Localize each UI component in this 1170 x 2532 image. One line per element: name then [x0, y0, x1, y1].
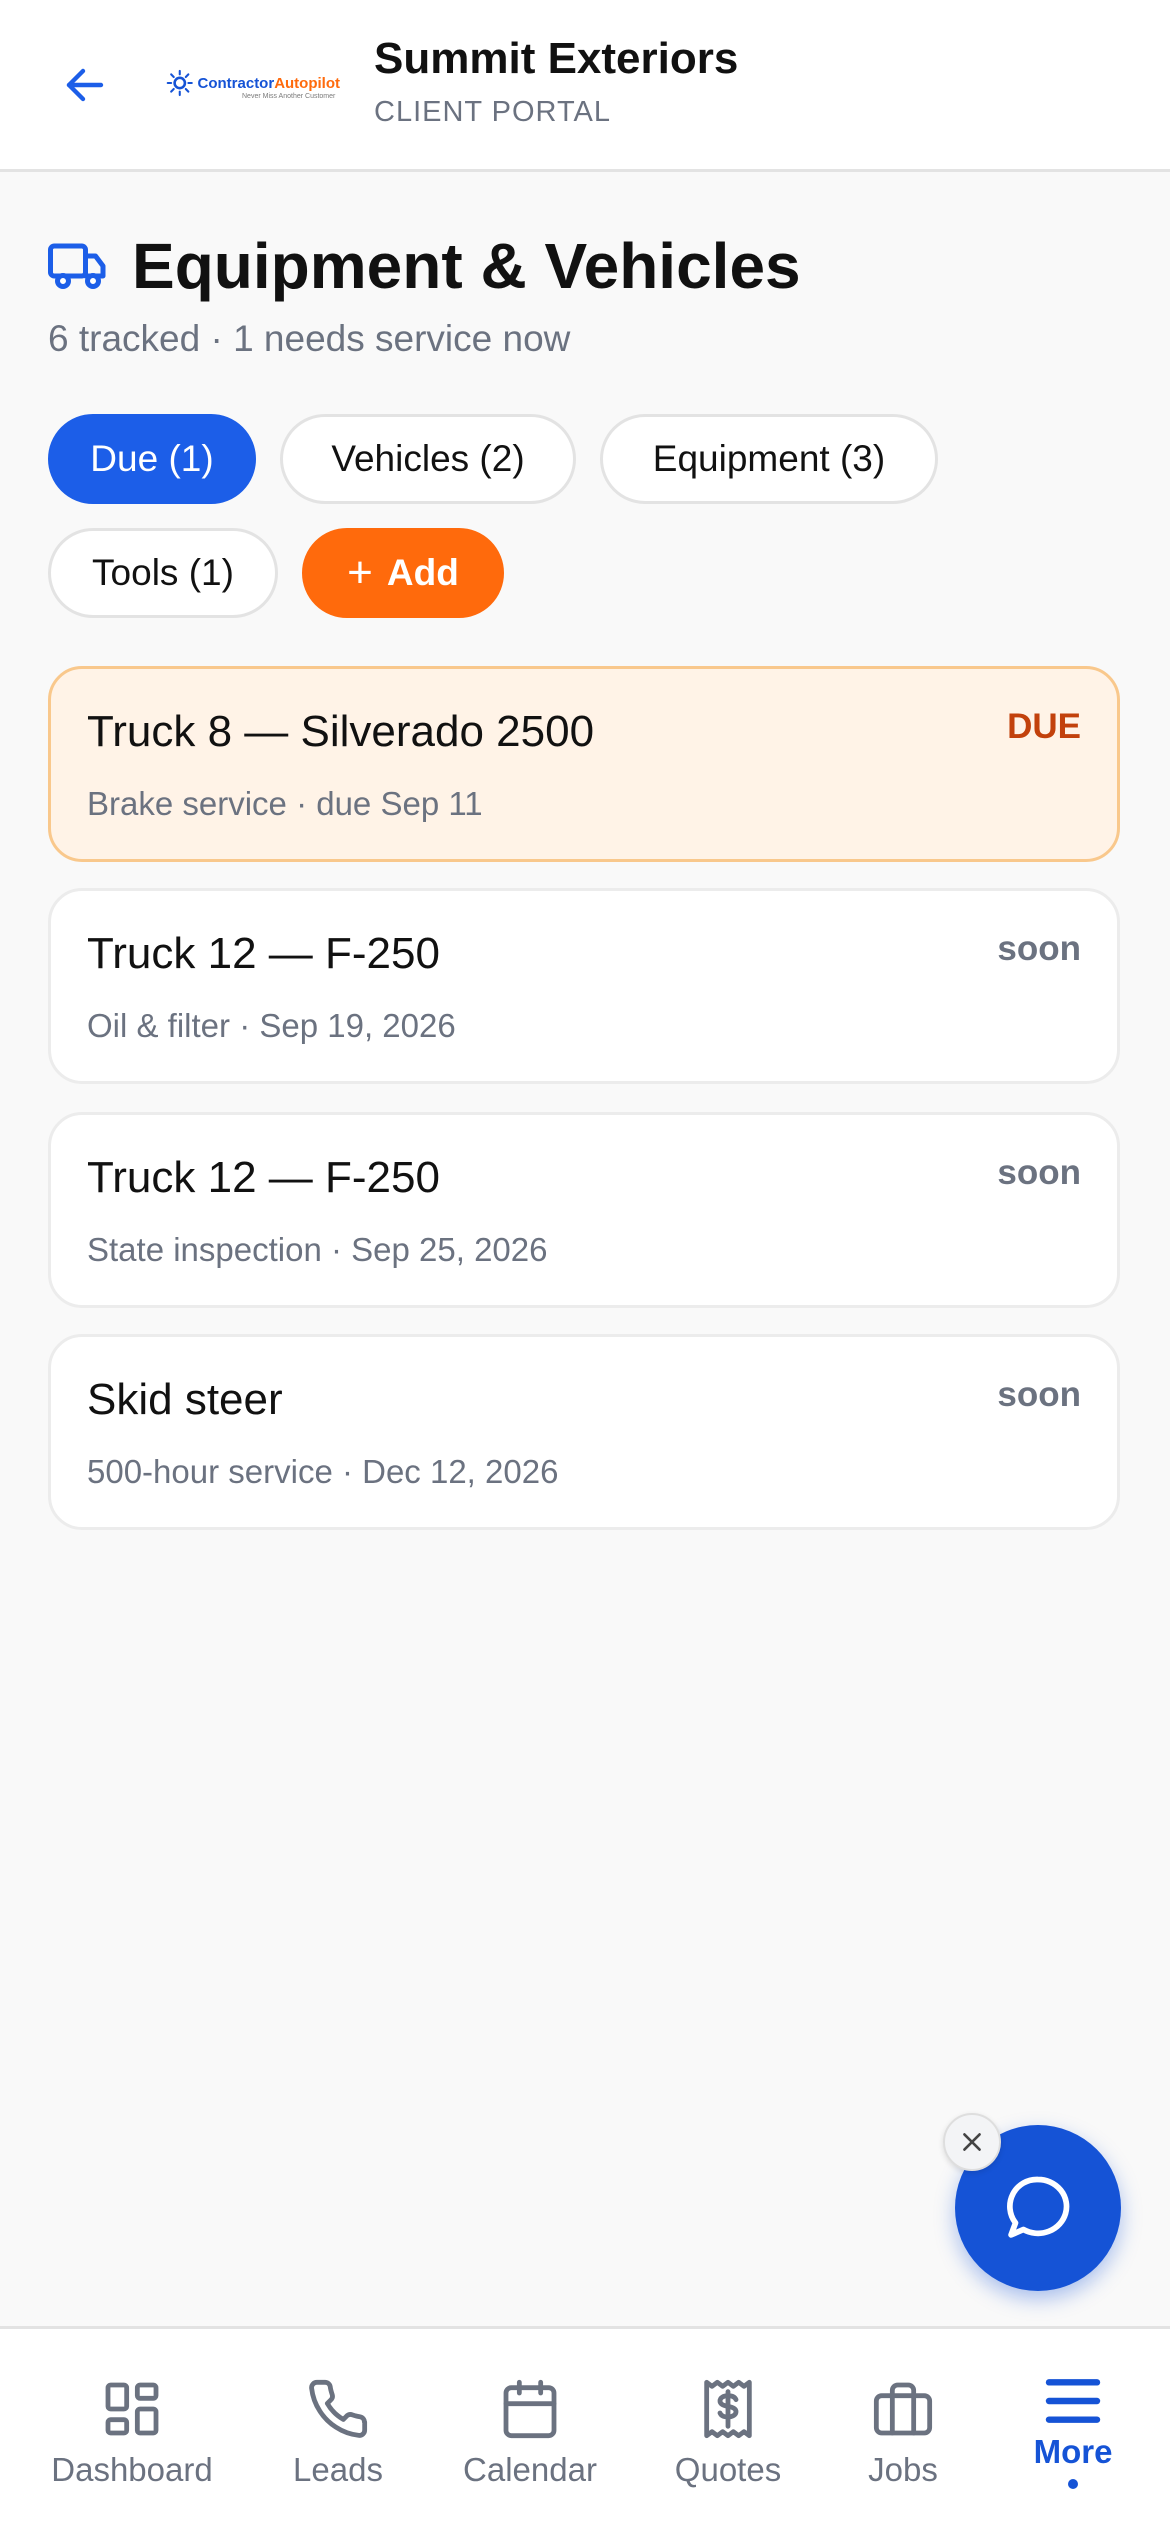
- sun-gear-icon: [166, 69, 193, 97]
- nav-label: Jobs: [868, 2451, 938, 2488]
- service-card-skid-steer[interactable]: Skid steer 500-hour service · Dec 12, 20…: [48, 1334, 1120, 1530]
- nav-label: Quotes: [674, 2451, 782, 2488]
- back-button[interactable]: [50, 50, 120, 120]
- card-detail: Brake service · due Sep 11: [87, 785, 483, 822]
- nav-label: Leads: [293, 2451, 383, 2488]
- card-title: Truck 8 — Silverado 2500: [87, 707, 595, 756]
- arrow-left-icon: [66, 68, 104, 102]
- nav-item-more[interactable]: More: [978, 2329, 1168, 2532]
- logo-wordmark: ContractorAutopilot: [198, 76, 340, 91]
- status-badge: soon: [997, 1375, 1081, 1414]
- plus-icon: +: [347, 548, 373, 597]
- logo-accent-text: Autopilot: [274, 74, 340, 92]
- nav-item-dashboard[interactable]: Dashboard: [37, 2329, 227, 2532]
- card-detail: State inspection · Sep 25, 2026: [87, 1231, 548, 1268]
- nav-item-calendar[interactable]: Calendar: [435, 2329, 625, 2532]
- card-detail: 500-hour service · Dec 12, 2026: [87, 1453, 559, 1490]
- chat-dismiss-button[interactable]: [943, 2113, 1001, 2171]
- phone-icon: [309, 2379, 368, 2438]
- nav-label: Calendar: [463, 2451, 597, 2488]
- briefcase-icon: [873, 2382, 933, 2436]
- page-title: Equipment & Vehicles: [132, 230, 801, 302]
- card-title: Truck 12 — F-250: [87, 929, 440, 978]
- filter-chip-due[interactable]: Due (1): [48, 414, 256, 504]
- status-badge: DUE: [1007, 707, 1081, 746]
- nav-item-leads[interactable]: Leads: [243, 2329, 433, 2532]
- company-logo: ContractorAutopilot Never Miss Another C…: [166, 62, 340, 104]
- card-title: Skid steer: [87, 1375, 283, 1424]
- calendar-icon: [503, 2379, 557, 2439]
- app-header: ContractorAutopilot Never Miss Another C…: [0, 0, 1170, 172]
- add-button[interactable]: + Add: [302, 528, 504, 618]
- add-button-label: Add: [386, 552, 459, 593]
- service-card-truck-8[interactable]: Truck 8 — Silverado 2500 Brake service ·…: [48, 666, 1120, 862]
- nav-item-jobs[interactable]: Jobs: [808, 2329, 998, 2532]
- filter-chip-vehicles[interactable]: Vehicles (2): [280, 414, 576, 504]
- truck-icon: [48, 243, 106, 290]
- active-indicator-dot: [1068, 2479, 1078, 2489]
- bottom-nav: Dashboard Leads Calendar Quotes Jobs Mor…: [0, 2326, 1170, 2532]
- filter-chip-equipment[interactable]: Equipment (3): [600, 414, 938, 504]
- nav-item-quotes[interactable]: Quotes: [633, 2329, 823, 2532]
- grid-icon: [105, 2382, 159, 2436]
- logo-tagline: Never Miss Another Customer: [242, 93, 336, 100]
- filter-chip-tools[interactable]: Tools (1): [48, 528, 278, 618]
- nav-label: Dashboard: [51, 2451, 213, 2488]
- status-badge: soon: [997, 929, 1081, 968]
- card-detail: Oil & filter · Sep 19, 2026: [87, 1007, 456, 1044]
- page-subtitle: 6 tracked · 1 needs service now: [48, 318, 571, 359]
- company-name: Summit Exteriors: [374, 34, 739, 83]
- service-card-truck-12-inspection[interactable]: Truck 12 — F-250 State inspection · Sep …: [48, 1112, 1120, 1308]
- close-icon: [963, 2133, 981, 2151]
- receipt-icon: [704, 2379, 752, 2439]
- chat-bubble-icon: [1007, 2176, 1070, 2238]
- card-title: Truck 12 — F-250: [87, 1153, 440, 1202]
- nav-label: More: [1033, 2433, 1113, 2470]
- service-card-truck-12-oil[interactable]: Truck 12 — F-250 Oil & filter · Sep 19, …: [48, 888, 1120, 1084]
- menu-icon: [1045, 2379, 1101, 2423]
- page-title-row: Equipment & Vehicles: [48, 226, 801, 306]
- status-badge: soon: [997, 1153, 1081, 1192]
- portal-label: CLIENT PORTAL: [374, 96, 612, 128]
- logo-primary-text: Contractor: [197, 74, 275, 92]
